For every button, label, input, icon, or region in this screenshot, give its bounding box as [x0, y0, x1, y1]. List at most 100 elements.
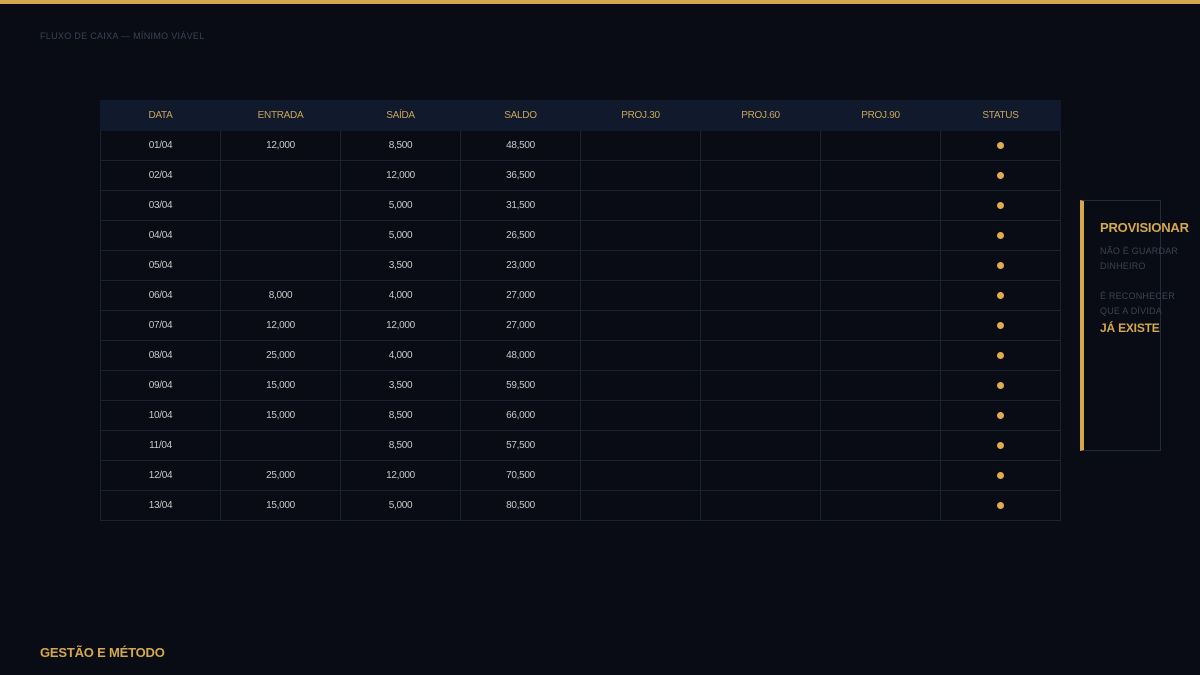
cell-proj60 [700, 190, 821, 221]
cell-data: 01/04 [100, 130, 221, 161]
status-dot-icon [997, 231, 1004, 239]
cell-saldo: 70,500 [460, 460, 581, 491]
cell-entrada: 12,000 [220, 310, 341, 341]
cell-proj90 [820, 310, 941, 341]
cell-status [940, 190, 1061, 221]
cell-proj90 [820, 400, 941, 431]
cell-saida: 8,500 [340, 130, 461, 161]
cell-status [940, 160, 1061, 191]
cell-proj60 [700, 430, 821, 461]
callout-line-1: NÃO É GUARDAR [1100, 246, 1179, 256]
cell-proj30 [580, 400, 701, 431]
table-body: 01/04 12,000 8,500 48,500 02/04 12,000 36,500 0… [100, 130, 1061, 521]
cell-saida: 12,000 [340, 460, 461, 491]
cell-proj30 [580, 160, 701, 191]
cell-saldo: 48,500 [460, 130, 581, 161]
cell-entrada: 15,000 [220, 370, 341, 401]
callout-accent: JÁ EXISTE [1100, 321, 1160, 335]
cell-proj60 [700, 160, 821, 191]
cell-proj90 [820, 190, 941, 221]
cell-saida: 5,000 [340, 490, 461, 521]
column-header-proj60: PROJ.60 [700, 100, 821, 131]
cell-proj90 [820, 430, 941, 461]
cell-proj90 [820, 130, 941, 161]
cell-status [940, 310, 1061, 341]
cell-saida: 3,500 [340, 250, 461, 281]
cell-entrada [220, 190, 341, 221]
callout-line-4: QUE A DÍVIDA [1100, 306, 1162, 316]
cell-status [940, 430, 1061, 461]
column-header-saida: SAÍDA [340, 100, 461, 131]
cell-entrada: 12,000 [220, 130, 341, 161]
cell-proj60 [700, 490, 821, 521]
cell-saldo: 80,500 [460, 490, 581, 521]
cell-status [940, 460, 1061, 491]
cell-entrada: 8,000 [220, 280, 341, 311]
cell-status [940, 490, 1061, 521]
cell-saldo: 31,500 [460, 190, 581, 221]
table-row: 04/04 5,000 26,500 [100, 220, 1061, 251]
status-dot-icon [997, 141, 1004, 149]
cell-proj30 [580, 250, 701, 281]
cell-proj30 [580, 490, 701, 521]
table-row: 09/04 15,000 3,500 59,500 [100, 370, 1061, 401]
cell-proj30 [580, 310, 701, 341]
cell-proj60 [700, 460, 821, 491]
table-row: 03/04 5,000 31,500 [100, 190, 1061, 221]
status-dot-icon [997, 291, 1004, 299]
column-header-entrada: ENTRADA [220, 100, 341, 131]
cell-saldo: 59,500 [460, 370, 581, 401]
cell-saldo: 26,500 [460, 220, 581, 251]
cell-saida: 4,000 [340, 340, 461, 371]
cell-proj60 [700, 340, 821, 371]
cell-proj60 [700, 130, 821, 161]
cell-proj60 [700, 280, 821, 311]
cell-saldo: 48,000 [460, 340, 581, 371]
callout-line-3: É RECONHECER [1100, 291, 1175, 301]
cell-saida: 12,000 [340, 310, 461, 341]
table-row: 07/04 12,000 12,000 27,000 [100, 310, 1061, 341]
cell-proj60 [700, 310, 821, 341]
cell-data: 08/04 [100, 340, 221, 371]
cell-saida: 4,000 [340, 280, 461, 311]
cell-proj90 [820, 340, 941, 371]
cell-saldo: 57,500 [460, 430, 581, 461]
cell-entrada [220, 250, 341, 281]
table-row: 11/04 8,500 57,500 [100, 430, 1061, 461]
cell-data: 11/04 [100, 430, 221, 461]
table-row: 05/04 3,500 23,000 [100, 250, 1061, 281]
cell-data: 03/04 [100, 190, 221, 221]
cell-entrada: 15,000 [220, 400, 341, 431]
cell-data: 04/04 [100, 220, 221, 251]
cell-entrada: 25,000 [220, 460, 341, 491]
column-header-data: DATA [100, 100, 221, 131]
status-dot-icon [997, 171, 1004, 179]
cell-data: 09/04 [100, 370, 221, 401]
callout-line-2: DINHEIRO [1100, 261, 1146, 271]
cell-data: 05/04 [100, 250, 221, 281]
cell-data: 12/04 [100, 460, 221, 491]
status-dot-icon [997, 321, 1004, 329]
cell-saldo: 27,000 [460, 280, 581, 311]
table-row: 10/04 15,000 8,500 66,000 [100, 400, 1061, 431]
cell-proj90 [820, 370, 941, 401]
cell-proj60 [700, 370, 821, 401]
cell-status [940, 370, 1061, 401]
table-row: 08/04 25,000 4,000 48,000 [100, 340, 1061, 371]
cell-entrada: 15,000 [220, 490, 341, 521]
cell-status [940, 250, 1061, 281]
cell-saldo: 23,000 [460, 250, 581, 281]
cell-status [940, 340, 1061, 371]
cell-proj90 [820, 490, 941, 521]
status-dot-icon [997, 471, 1004, 479]
cell-saida: 12,000 [340, 160, 461, 191]
column-header-proj30: PROJ.30 [580, 100, 701, 131]
table-row: 12/04 25,000 12,000 70,500 [100, 460, 1061, 491]
cell-entrada [220, 430, 341, 461]
column-header-saldo: SALDO [460, 100, 581, 131]
cell-saldo: 66,000 [460, 400, 581, 431]
cell-proj90 [820, 280, 941, 311]
column-header-proj90: PROJ.90 [820, 100, 941, 131]
footer-brand: GESTÃO E MÉTODO [40, 645, 165, 660]
cell-data: 10/04 [100, 400, 221, 431]
